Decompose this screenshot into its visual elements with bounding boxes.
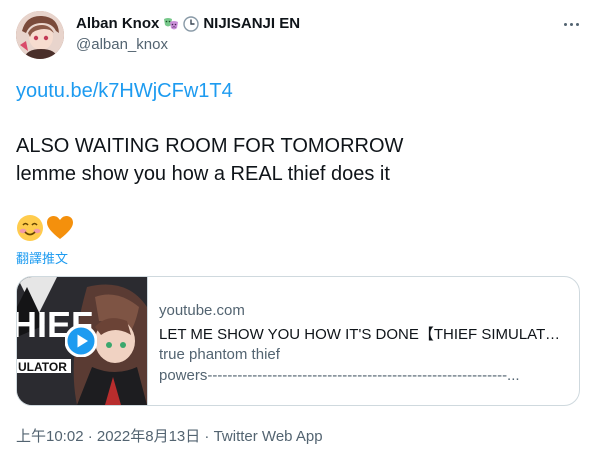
card-domain: youtube.com [159,302,245,319]
theater-masks-icon [163,16,179,32]
tweet-emoji-row [16,214,74,247]
card-title[interactable]: LET ME SHOW YOU HOW IT'S DONE【THIEF SIMU… [159,323,571,344]
play-button-icon[interactable] [64,324,98,358]
clock-icon [183,15,200,32]
card-description-line2: powers----------------------------------… [159,367,520,384]
orange-heart-icon [46,214,74,247]
translate-tweet-link[interactable]: 翻譯推文 [16,248,68,267]
smiling-face-icon [16,214,44,247]
card-thumbnail[interactable]: HIEF ULATOR [17,277,148,405]
author-name[interactable]: Alban Knox [76,15,159,32]
author-name-row[interactable]: Alban Knox NIJISANJI EN [76,15,300,32]
card-description-line1: true phantom thief [159,346,280,363]
more-options-icon[interactable] [560,14,582,34]
tweet-link[interactable]: youtu.be/k7HWjCFw1T4 [16,80,233,103]
tweet-text-line2: lemme show you how a REAL thief does it [16,163,390,185]
thumbnail-subtitle-text: ULATOR [18,360,67,374]
link-preview-card[interactable]: HIEF ULATOR youtube.com LET ME SHOW YOU … [16,276,580,406]
author-handle[interactable]: @alban_knox [76,36,168,53]
avatar[interactable] [16,11,64,59]
tweet-text-line1: ALSO WAITING ROOM FOR TOMORROW [16,135,404,157]
author-affiliation: NIJISANJI EN [203,15,301,32]
tweet-timestamp-source[interactable]: 上午10:02 · 2022年8月13日 · Twitter Web App [16,425,323,446]
